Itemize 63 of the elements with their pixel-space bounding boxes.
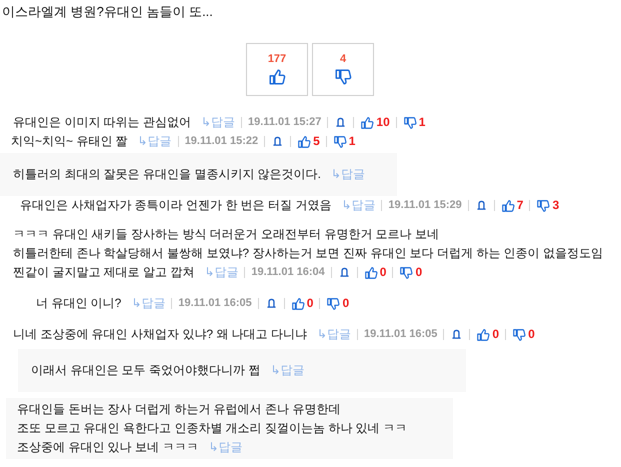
comment-date: 19.11.01 16:05 [364,327,438,342]
bell-icon[interactable] [264,297,278,310]
thumbs-up-icon[interactable] [360,116,374,130]
upvote-count: 10 [376,114,390,132]
upvote-count: 7 [516,197,524,214]
bell-icon[interactable] [338,266,351,279]
reply-link[interactable]: ↳답글 [341,196,376,215]
downvote-count: 0 [528,326,535,344]
comment-text: 이래서 유대인은 모두 죽었어야했다니까 쩝 [31,362,260,380]
upvote-count: 0 [380,264,386,282]
thumbs-up-icon[interactable] [297,134,312,148]
comment-text: 유대인은 이미지 따위는 관심없어 [13,114,192,132]
comment-date: 19.11.01 15:29 [388,198,462,214]
thumbs-up-icon[interactable] [500,198,515,212]
downvote-count: 1 [418,114,426,132]
upvote-count: 0 [492,326,500,344]
reply-link[interactable]: ↳답글 [270,361,304,380]
comment-text: 히틀러한테 존나 학살당해서 불쌍해 보였냐? 장사하는거 보면 진짜 유대인 보다 더럽게 하는 인종이 없을정도임 [13,245,604,262]
comment-text: 치익~치익~ 유태인 짤 [11,133,128,150]
reply-link[interactable]: ↳답글 [317,325,352,344]
reply-link[interactable]: ↳답글 [131,294,166,313]
reply-link[interactable]: ↳답글 [204,263,238,282]
bell-icon[interactable] [271,135,284,148]
comment-text: 유대인은 사채업자가 종특이라 언젠가 한 번은 터질 거였음 [20,197,332,214]
downvote-count: 3 [552,197,560,214]
downvote-count: 0 [342,295,350,312]
downvote-count: 0 [415,264,422,282]
bell-icon[interactable] [450,328,464,341]
bell-icon[interactable] [334,116,348,129]
comment-date: 19.11.01 16:04 [251,265,325,280]
bell-icon[interactable] [474,199,488,212]
comment-text: 찐같이 굴지말고 제대로 알고 깝쳐 [13,264,194,282]
thumbs-up-icon[interactable] [268,68,286,86]
reply-link[interactable]: ↳답글 [201,113,236,132]
thumbs-up-icon[interactable] [476,328,490,342]
thumbs-down-icon[interactable] [536,198,550,212]
thumbs-down-icon[interactable] [399,266,414,280]
comment-text: 유대인들 돈버는 장사 더럽게 하는거 유럽에서 존나 유명한데 [17,401,340,418]
comment-text: 니네 조상중에 유대인 사채업자 있냐? 왜 나대고 다니냐 [13,326,308,344]
thumbs-down-icon[interactable] [512,328,526,342]
reply-link[interactable]: ↳답글 [331,165,366,184]
thumbs-down-icon[interactable] [326,296,340,310]
post-title: 이스라엘계 병원?유대인 놈들이 또... [1,3,214,20]
downvote-button[interactable]: 4 [312,43,374,96]
downvote-count: 1 [348,133,356,150]
upvote-button[interactable]: 177 [246,43,308,96]
reply-link[interactable]: ↳답글 [208,438,242,457]
comment-text: 너 유대인 이니? [36,295,122,312]
comment-text: 조또 모르고 유대인 욕한다고 인종차별 개소리 짖껄이는놈 하나 있네 ㅋㅋ [17,420,408,438]
thumbs-down-icon[interactable] [334,68,352,86]
thumbs-down-icon[interactable] [332,134,347,148]
comment-text: ㅋㅋㅋ 유대인 새키들 장사하는 방식 더러운거 오래전부터 유명한거 모르나 보네 [13,226,440,244]
thumbs-down-icon[interactable] [402,116,417,130]
comment-date: 19.11.01 15:27 [248,115,322,130]
thumbs-up-icon[interactable] [364,266,378,280]
comment-date: 19.11.01 16:05 [178,296,252,312]
comment-date: 19.11.01 15:22 [184,134,258,150]
thumbs-up-icon[interactable] [290,296,305,310]
comment-text: 조상중에 유대인 있나 보네 ㅋㅋㅋ [17,439,198,456]
comment-text: 히틀러의 최대의 잘못은 유대인을 멸종시키지 않은것이다. [13,166,322,184]
upvote-count: 0 [306,295,314,312]
reply-link[interactable]: ↳답글 [138,132,172,151]
upvote-count: 5 [313,133,320,150]
